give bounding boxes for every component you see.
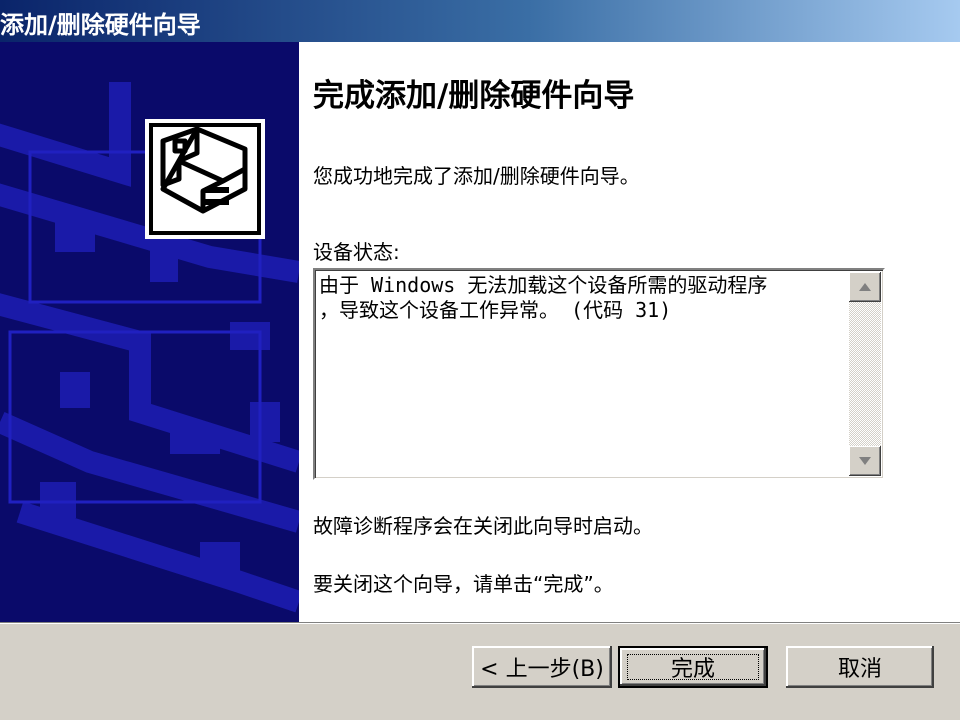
- title-bar[interactable]: 添加/删除硬件向导: [0, 0, 960, 42]
- window-title: 添加/删除硬件向导: [0, 11, 201, 39]
- troubleshoot-message: 故障诊断程序会在关闭此向导时启动。: [313, 514, 653, 538]
- device-status-label: 设备状态:: [313, 240, 400, 264]
- focus-rectangle: [627, 654, 759, 680]
- page-title: 完成添加/删除硬件向导: [313, 78, 635, 114]
- cancel-button[interactable]: 取消: [786, 646, 934, 688]
- hardware-card-drive-icon: [145, 119, 265, 239]
- device-status-textbox[interactable]: 由于 Windows 无法加载这个设备所需的驱动程序 ，导致这个设备工作异常。 …: [313, 268, 885, 480]
- completed-message: 您成功地完成了添加/删除硬件向导。: [313, 164, 640, 188]
- status-line-1: 由于 Windows 无法加载这个设备所需的驱动程序: [319, 273, 768, 297]
- triangle-up-icon: [859, 283, 871, 291]
- cancel-button-label: 取消: [837, 657, 882, 682]
- vertical-scrollbar[interactable]: [849, 272, 881, 476]
- wizard-sidebar-banner: [0, 42, 299, 622]
- back-button-label: < 上一步(B): [480, 657, 604, 682]
- wizard-content: 完成添加/删除硬件向导 您成功地完成了添加/删除硬件向导。 设备状态: 由于 W…: [299, 42, 960, 622]
- finish-button[interactable]: 完成: [618, 646, 768, 688]
- device-status-text: 由于 Windows 无法加载这个设备所需的驱动程序 ，导致这个设备工作异常。 …: [319, 273, 844, 323]
- triangle-down-icon: [859, 457, 871, 465]
- close-instruction: 要关闭这个向导，请单击“完成”。: [313, 572, 614, 596]
- scroll-up-button[interactable]: [849, 272, 881, 302]
- back-button[interactable]: < 上一步(B): [472, 646, 612, 688]
- scroll-down-button[interactable]: [849, 446, 881, 476]
- footer-divider: [0, 622, 960, 624]
- status-line-2: ，导致这个设备工作异常。 (代码 31): [319, 298, 672, 322]
